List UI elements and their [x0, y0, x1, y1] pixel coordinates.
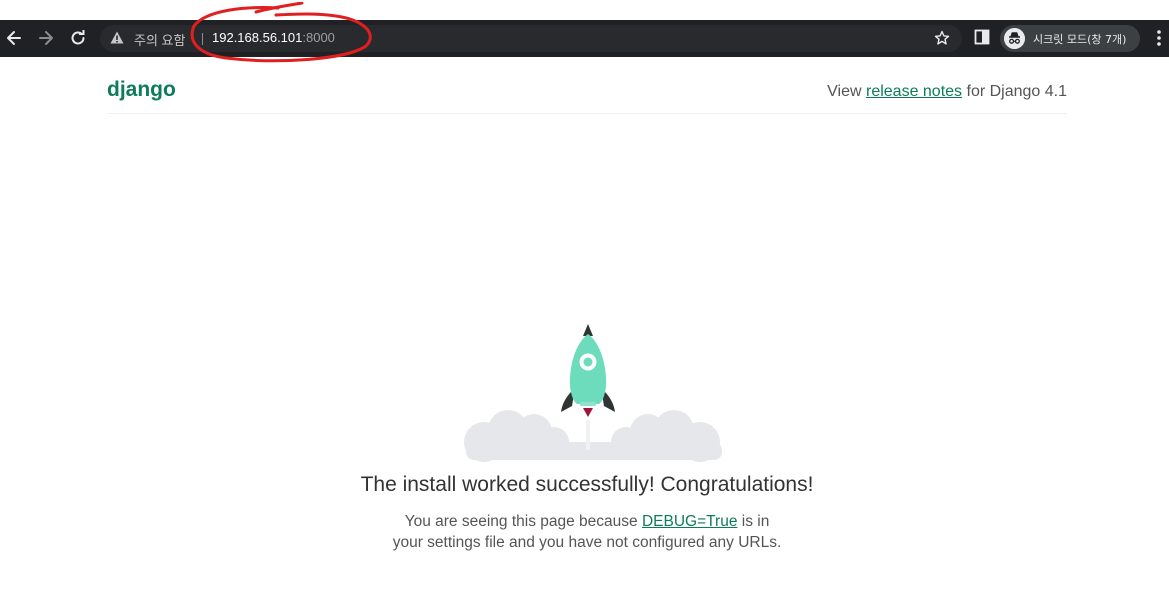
security-warning-label[interactable]: 주의 요함 — [134, 30, 188, 49]
desc-line-2: your settings file and you have not conf… — [392, 534, 782, 551]
release-suffix: for Django 4.1 — [962, 83, 1067, 100]
debug-link[interactable]: DEBUG=True — [642, 513, 737, 530]
rocket-icon — [561, 324, 615, 417]
smoke-clouds-icon — [464, 410, 722, 462]
release-notes-link[interactable]: release notes — [866, 83, 962, 100]
side-panel-icon[interactable] — [974, 29, 990, 45]
browser-toolbar: 주의 요함 192.168.56.101:8000 시크릿 모드(창 7개) — [0, 20, 1169, 57]
forward-arrow-icon[interactable] — [36, 28, 56, 48]
desc-prefix: You are seeing this page because — [404, 513, 642, 530]
release-notes-line: View release notes for Django 4.1 — [827, 83, 1067, 101]
menu-kebab-icon[interactable] — [1156, 28, 1162, 48]
success-headline: The install worked successfully! Congrat… — [360, 473, 814, 496]
window-top-strip — [0, 0, 1169, 20]
django-logo[interactable]: django — [107, 78, 176, 102]
django-header: django View release notes for Django 4.1 — [107, 77, 1067, 114]
bookmark-star-icon[interactable] — [934, 30, 950, 46]
description: You are seeing this page because DEBUG=T… — [0, 511, 1169, 553]
warning-triangle-icon[interactable] — [110, 31, 124, 44]
incognito-icon — [1004, 28, 1025, 49]
release-prefix: View — [827, 83, 866, 100]
back-arrow-icon[interactable] — [4, 28, 24, 48]
desc-suffix: is in — [737, 513, 770, 530]
incognito-indicator[interactable]: 시크릿 모드(창 7개) — [1000, 25, 1140, 52]
rocket-illustration — [464, 324, 722, 462]
incognito-label: 시크릿 모드(창 7개) — [1033, 33, 1127, 46]
exhaust-trail — [586, 420, 590, 450]
reload-icon[interactable] — [68, 28, 88, 48]
red-circle-annotation — [190, 2, 372, 63]
